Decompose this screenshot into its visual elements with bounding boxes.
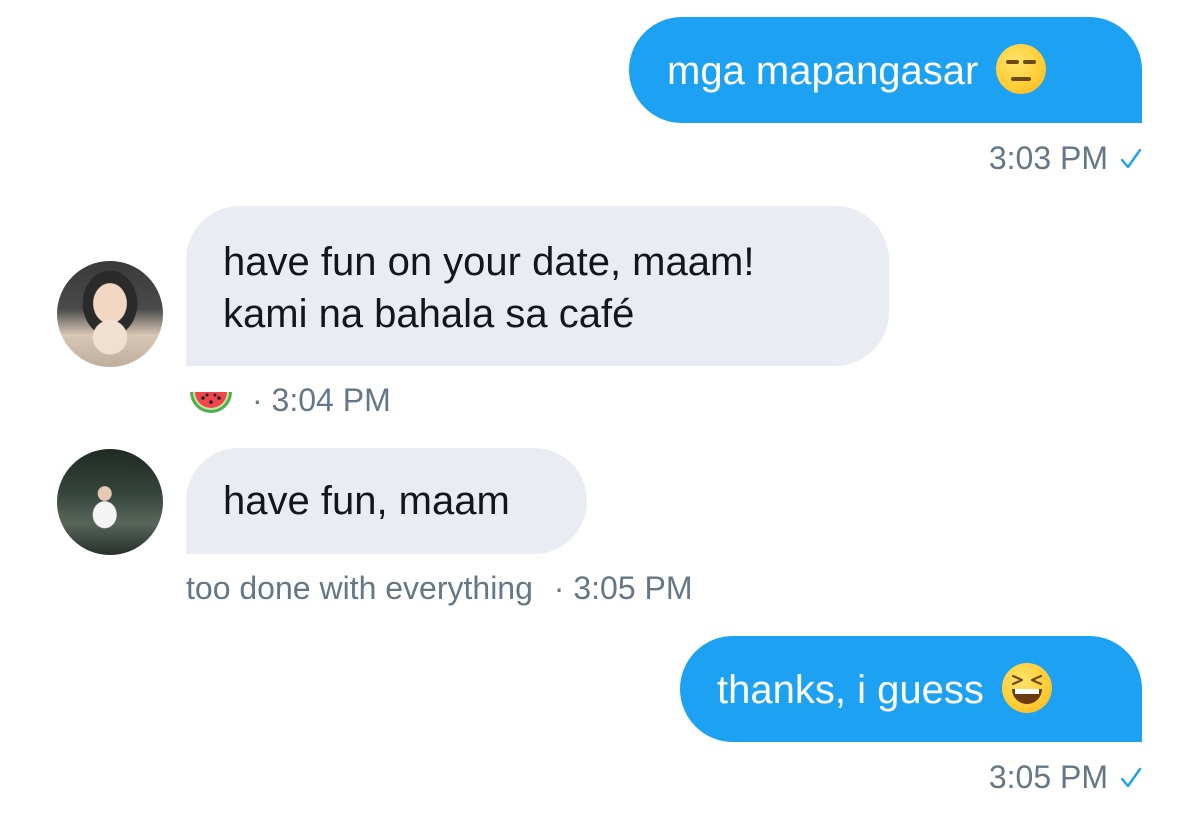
grinning-squinting-face-emoji <box>1001 663 1052 713</box>
message-timestamp: 3:05 PM <box>989 757 1142 797</box>
sent-message-bubble[interactable]: thanks, i guess <box>680 636 1142 742</box>
timestamp-text: 3:05 PM <box>988 759 1108 795</box>
received-message-bubble[interactable]: have fun, maam <box>186 448 587 554</box>
message-text: have fun, maam <box>223 479 510 523</box>
received-message-bubble[interactable]: have fun on your date, maam! kami na bah… <box>186 206 889 366</box>
message-text-line: have fun on your date, maam! <box>223 240 755 284</box>
timestamp-text: 3:03 PM <box>988 140 1108 176</box>
sender-name[interactable]: too done with everything <box>186 570 533 606</box>
message-meta: too done with everything · 3:05 PM <box>186 568 693 608</box>
watermelon-emoji <box>190 392 232 413</box>
meta-separator: · <box>553 570 565 606</box>
sent-message-bubble[interactable]: mga mapangasar <box>629 17 1142 123</box>
check-icon <box>1120 767 1142 788</box>
message-text: mga mapangasar <box>667 49 979 93</box>
timestamp-text: 3:05 PM <box>573 570 693 606</box>
timestamp-text: 3:04 PM <box>271 382 391 418</box>
message-text-line: kami na bahala sa café <box>223 292 635 336</box>
message-text: thanks, i guess <box>717 668 984 712</box>
message-meta: · 3:04 PM <box>252 380 391 420</box>
meta-separator: · <box>252 382 263 418</box>
dm-conversation-thread: mga mapangasar 3:03 PM have fun on your … <box>0 0 1200 814</box>
message-timestamp: 3:03 PM <box>989 138 1142 178</box>
sender-avatar[interactable] <box>57 449 163 555</box>
sender-avatar[interactable] <box>57 261 163 367</box>
expressionless-face-emoji <box>996 44 1047 94</box>
check-icon <box>1120 148 1142 169</box>
